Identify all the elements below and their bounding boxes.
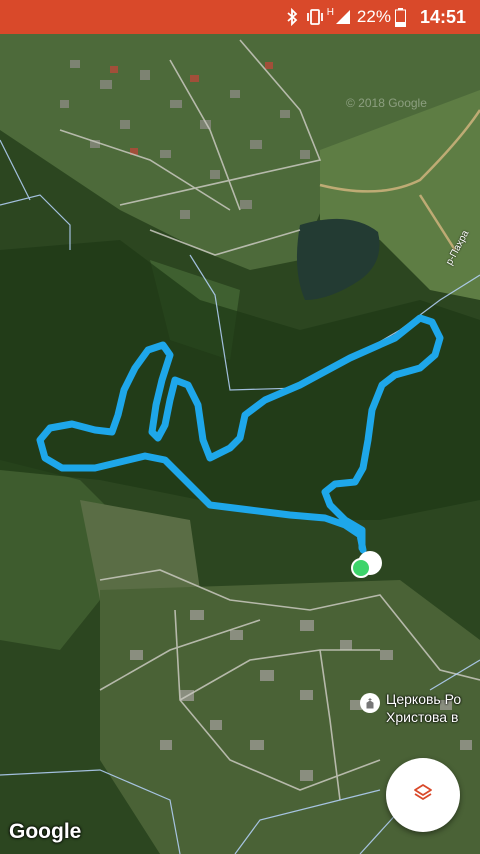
- map-canvas: [0, 34, 480, 854]
- vibrate-icon: [306, 9, 324, 25]
- status-bar: H 22% 14:51: [0, 0, 480, 34]
- satellite-map[interactable]: [0, 34, 480, 854]
- church-icon: [360, 693, 380, 713]
- bluetooth-icon: [286, 8, 298, 26]
- battery-icon: [394, 7, 406, 27]
- church-poi[interactable]: Церковь Ро Христова в: [360, 690, 461, 726]
- poi-label-line1: Церковь Ро: [386, 691, 462, 707]
- signal-icon: [335, 9, 351, 25]
- start-marker: [351, 558, 371, 578]
- network-type: H: [326, 7, 334, 18]
- layers-button[interactable]: [386, 758, 460, 832]
- poi-label-line2: Христова в: [386, 709, 459, 725]
- layers-icon: [412, 782, 434, 809]
- battery-percent: 22%: [356, 7, 391, 26]
- map-watermark: © 2018 Google: [346, 96, 427, 110]
- clock: 14:51: [419, 6, 466, 27]
- google-logo: Google: [9, 820, 82, 843]
